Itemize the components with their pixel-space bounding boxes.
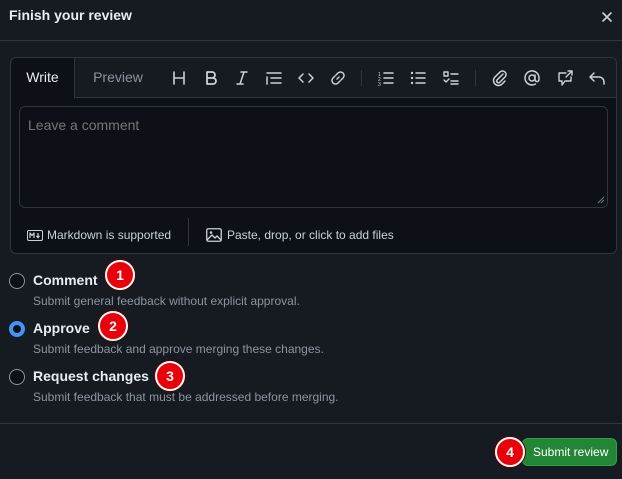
editor-footer: Markdown is supported Paste, drop, or cl… <box>11 216 616 253</box>
task-list-icon[interactable] <box>442 69 460 87</box>
step-badge-4: 4 <box>495 437 525 467</box>
code-icon[interactable] <box>297 69 315 87</box>
quote-icon[interactable] <box>265 69 283 87</box>
editor-tabbar: Write Preview 123 <box>11 58 616 99</box>
image-icon <box>206 228 222 242</box>
footer-separator <box>188 218 189 246</box>
tab-write[interactable]: Write <box>11 58 75 99</box>
svg-text:3: 3 <box>378 82 381 87</box>
link-icon[interactable] <box>329 69 347 87</box>
attach-label: Paste, drop, or click to add files <box>227 228 394 242</box>
markdown-label: Markdown is supported <box>47 228 172 242</box>
bold-icon[interactable] <box>202 69 220 87</box>
comment-label[interactable]: Comment <box>33 272 98 288</box>
tab-preview[interactable]: Preview <box>83 58 153 98</box>
resize-grip-icon[interactable] <box>597 196 605 204</box>
italic-icon[interactable] <box>233 69 251 87</box>
attach-files-button[interactable]: Paste, drop, or click to add files <box>206 225 394 245</box>
unordered-list-icon[interactable] <box>409 69 427 87</box>
close-icon <box>602 12 612 22</box>
dialog-title: Finish your review <box>9 7 132 23</box>
heading-icon[interactable] <box>170 69 188 87</box>
markdown-support-link[interactable]: Markdown is supported <box>27 225 171 245</box>
comment-description: Submit general feedback without explicit… <box>33 294 300 308</box>
step-badge-2: 2 <box>98 311 128 341</box>
comment-editor: Write Preview 123 Leave a comment Markdo… <box>10 57 617 254</box>
request-changes-description: Submit feedback that must be addressed b… <box>33 390 339 404</box>
ordered-list-icon[interactable]: 123 <box>377 69 395 87</box>
step-badge-1: 1 <box>105 260 135 290</box>
reference-icon[interactable] <box>556 69 574 87</box>
comment-radio[interactable] <box>9 273 25 289</box>
request-changes-radio[interactable] <box>9 369 25 385</box>
step-badge-3: 3 <box>155 361 185 391</box>
close-button[interactable] <box>598 8 616 26</box>
undo-icon[interactable] <box>588 69 606 87</box>
approve-radio[interactable] <box>9 321 25 337</box>
markdown-icon <box>27 229 43 241</box>
submit-review-button[interactable]: Submit review <box>522 438 617 466</box>
comment-textarea[interactable] <box>19 106 608 208</box>
approve-label[interactable]: Approve <box>33 320 90 336</box>
request-changes-label[interactable]: Request changes <box>33 368 149 384</box>
toolbar-separator <box>361 70 362 86</box>
toolbar-separator <box>475 70 476 86</box>
footer-divider <box>0 423 622 424</box>
approve-description: Submit feedback and approve merging thes… <box>33 342 324 356</box>
attach-icon[interactable] <box>491 69 509 87</box>
dialog-header: Finish your review <box>0 0 622 41</box>
mention-icon[interactable] <box>523 69 541 87</box>
